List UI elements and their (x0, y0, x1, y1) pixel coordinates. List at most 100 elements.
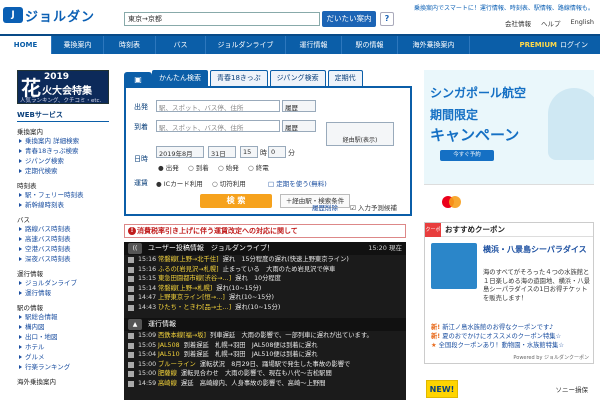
radio-first-train[interactable]: ○ 始発 (218, 162, 239, 172)
nav-transfer[interactable]: 乗換案内 (52, 36, 104, 54)
commuter-checkbox[interactable]: □ 定期を使う(無料) (268, 178, 327, 188)
sidebar-item[interactable]: 深夜バス時刻表 (17, 254, 109, 264)
operation-header[interactable]: ▲ 運行情報 (124, 318, 406, 331)
sidebar-item[interactable]: 高速バス時刻表 (17, 234, 109, 244)
ad-book-button[interactable]: 今すぐ予約 (440, 150, 494, 161)
nav-operation[interactable]: 運行情報 (286, 36, 342, 54)
sidebar-item[interactable]: ホテル (17, 342, 109, 352)
minute-select[interactable]: 0 (268, 146, 286, 158)
operation-row[interactable]: 15:00 肥薩線 運転見合わせ 大雨の影響で、現在も八代～吉松駅間 (124, 369, 406, 379)
year-month-select[interactable]: 2019年8月 (156, 146, 204, 158)
sidebar-item[interactable]: ジパング検索 (17, 156, 109, 166)
sidebar-item[interactable]: 路線バス時刻表 (17, 224, 109, 234)
nav-overseas[interactable]: 海外乗換案内 (398, 36, 470, 54)
english-link[interactable]: English (571, 18, 594, 28)
radio-arrival[interactable]: ○ 到着 (188, 162, 209, 172)
sidebar-item[interactable]: 駅総合情報 (17, 312, 109, 322)
operation-row[interactable]: 15:09 西鉄本線[福→坂] 列車遅延 大雨の影響で、一部列車に遅れが出ています。 (124, 331, 406, 341)
sidebar-item[interactable]: グルメ (17, 352, 109, 362)
coupon-item-title[interactable]: 横浜・八景島シーパラダイス (483, 245, 591, 255)
sidebar-section-overseas: 海外乗換案内 (17, 378, 56, 386)
sidebar-item[interactable]: 出口・地図 (17, 332, 109, 342)
notice-banner[interactable]: 消費税率引き上げに伴う運賃改定への対応に関して (124, 224, 406, 238)
quick-search-input[interactable]: 東京→京都 (124, 12, 320, 26)
sidebar-item[interactable]: 新幹線時刻表 (17, 200, 109, 210)
row-time: 15:15 (138, 275, 157, 282)
right-column: シンガポール航空 期間限定 キャンペーン 今すぐ予約 クーポン おすすめクーポン… (424, 70, 594, 364)
sidebar-item[interactable]: 空港バス時刻表 (17, 244, 109, 254)
search-area: かんたん検索 青春18きっぷ ジパング検索 定期代 ▣ 出発 駅、スポット、バス… (124, 70, 412, 216)
nav-bus[interactable]: バス (156, 36, 206, 54)
row-time: 14:43 (138, 303, 157, 311)
sidebar-item[interactable]: 駅・フェリー時刻表 (17, 190, 109, 200)
row-text: 止まっている 大雨のため岩見沢で停車 (222, 265, 336, 273)
airline-ad[interactable]: シンガポール航空 期間限定 キャンペーン 今すぐ予約 (424, 70, 594, 216)
live-row[interactable]: 14:43 ひたち・ときわ[品→土…] 遅れ(10~15分) (124, 303, 406, 313)
coupon-link[interactable]: ★ 全国段クーポンあり！動物園・水族館特集☆ (431, 341, 591, 350)
tab-simple[interactable]: かんたん検索 (152, 70, 208, 86)
from-history-button[interactable]: 履歴 (282, 100, 316, 112)
radio-ic-card[interactable]: ● ICカード利用 (156, 178, 203, 188)
tab-zipangu[interactable]: ジパング検索 (269, 70, 326, 86)
operation-row[interactable]: 15:00 ブルーライン 運転状況 8月29日、踊場駅で発生した事故の影響で (124, 360, 406, 370)
quick-search-button[interactable]: だいたい案内 (322, 11, 376, 27)
radio-last-train[interactable]: ○ 終電 (248, 162, 269, 172)
premium-login[interactable]: PREMIUM ログイン (519, 36, 600, 54)
nav-home[interactable]: HOME (0, 36, 52, 54)
operation-row[interactable]: 15:05 JAL508 到着遅延 札幌→羽田 JAL508便は到着に遅れ (124, 341, 406, 351)
row-text: 列車遅延 大雨の影響で、一部列車に遅れが出ています。 (209, 332, 373, 339)
from-input[interactable]: 駅、スポット、バス停、住所 (156, 100, 280, 112)
beluga-image[interactable] (431, 243, 477, 289)
sidebar-item[interactable]: 乗換案内 詳細検索 (17, 136, 109, 146)
via-button[interactable]: 経由駅(表示) (326, 122, 394, 146)
radio-departure[interactable]: ● 出発 (158, 162, 179, 172)
row-text: 到着遅延 札幌→羽田 JAL508便は到着に遅れ (183, 341, 318, 349)
nav-station[interactable]: 駅の情報 (342, 36, 398, 54)
day-select[interactable]: 31日 (208, 146, 236, 158)
nav-timetable[interactable]: 時刻表 (104, 36, 156, 54)
operation-row[interactable]: 14:59 高崎線 遅延 高崎線内、人身事故の影響で、高崎～上野間 (124, 379, 406, 389)
live-row[interactable]: 15:14 常磐線[上野→札幌] 遅れ(10~15分) (124, 284, 406, 294)
hour-select[interactable]: 15 (240, 146, 258, 158)
coupon-link[interactable]: 新! 新江ノ島水族館のお得なクーポンです♪ (431, 323, 591, 332)
banner-sub: 人気ランキング、クチコミ・etc. (20, 98, 102, 104)
live-row[interactable]: 14:47 上野東京ライン[恒→…] 遅れ(10~15分) (124, 293, 406, 303)
to-label: 到着 (134, 123, 148, 131)
status-icon (128, 333, 134, 339)
row-text: 遅延 高崎線内、人身事故の影響で、高崎～上野間 (180, 379, 326, 387)
sidebar-item[interactable]: 行楽ランキング (17, 362, 109, 372)
live-row[interactable]: 15:15 東急田園都市線[渋谷→…] 遅れ 10分程度 (124, 274, 406, 284)
sidebar-item[interactable]: 青春18きっぷ検索 (17, 146, 109, 156)
help-link[interactable]: ヘルプ (541, 18, 561, 28)
operation-row[interactable]: 15:04 JAL510 到着遅延 札幌→羽田 JAL510便は到着に遅れ (124, 350, 406, 360)
status-icon (128, 304, 134, 311)
live-header[interactable]: (( ユーザー投稿情報 ジョルダンライブ！ 15:20 現在 (124, 242, 406, 255)
nav-jorudan-live[interactable]: ジョルダンライブ (206, 36, 286, 54)
sidebar-item[interactable]: 定期代検索 (17, 166, 109, 176)
row-time: 15:00 (138, 370, 157, 377)
company-link[interactable]: 会社情報 (505, 18, 531, 28)
sidebar-item[interactable]: ジョルダンライブ (17, 278, 109, 288)
status-icon (128, 342, 134, 349)
input-prediction-checkbox[interactable]: ☑ 入力予測候補 (350, 202, 397, 212)
help-icon[interactable]: ? (380, 12, 394, 26)
live-row[interactable]: 15:16 ふるの[岩見沢→札幌] 止まっている 大雨のため岩見沢で停車 (124, 265, 406, 275)
radio-ticket[interactable]: ○ 切符利用 (212, 178, 246, 188)
sidebar-item[interactable]: 構内図 (17, 322, 109, 332)
ad-line2: 期間限定 (430, 108, 479, 122)
site-logo[interactable]: J ジョルダン (3, 5, 95, 25)
fireworks-banner[interactable]: 花 2019 火大会特集 人気ランキング、クチコミ・etc. (17, 70, 109, 104)
to-input[interactable]: 駅、スポット、バス停、住所 (156, 120, 280, 132)
search-button[interactable]: 検 索 (200, 194, 272, 208)
coupon-link[interactable]: 新! 夏のおでかけにオススメのクーポン特集☆ (431, 332, 591, 341)
live-title: ユーザー投稿情報 ジョルダンライブ！ (148, 244, 274, 252)
sidebar-item[interactable]: 運行情報 (17, 288, 109, 298)
tab-commuter[interactable]: 定期代 (327, 70, 363, 86)
tab-seishun18[interactable]: 青春18きっぷ (210, 70, 268, 86)
ad-line1: シンガポール航空 (430, 86, 527, 100)
history-delete-link[interactable]: 履歴削除 (312, 202, 338, 212)
powered-by: Powered by ジョルダンクーポン (513, 355, 589, 361)
live-row[interactable]: 15:16 常磐線[上野→北千住] 遅れ 15分程度の遅れ(快速上野東京ライン) (124, 255, 406, 265)
bottom-ad[interactable]: NEW! ソニー損保 (424, 380, 594, 400)
to-history-button[interactable]: 履歴 (282, 120, 316, 132)
